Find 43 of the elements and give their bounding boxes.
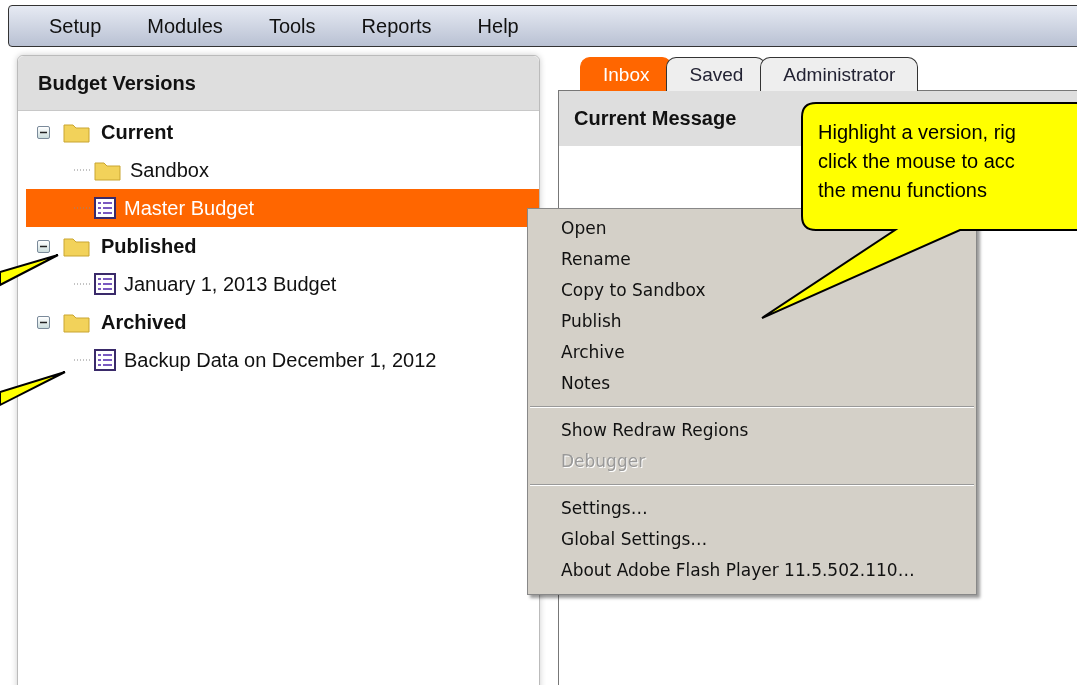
tree-item-label: Sandbox [130,158,209,182]
tree-connector-line [74,358,90,362]
tree-item-label: Master Budget [124,196,255,220]
menu-item[interactable]: Help [477,14,542,38]
tree-item-label: Archived [101,310,187,334]
tree-item-label: Published [101,234,197,258]
tree-item-label: January 1, 2013 Budget [124,272,337,296]
callout-tail [0,371,66,407]
menu-item[interactable]: Open [561,213,607,244]
list-document-icon [94,349,116,371]
menu-item[interactable]: Rename [561,244,631,275]
menu-item[interactable]: Archive [561,337,625,368]
menu-item[interactable]: Setup [49,14,125,38]
tree-item[interactable]: Archived [18,303,539,341]
tree-connector-line [74,282,90,286]
tree-item[interactable]: Backup Data on December 1, 2012 [18,341,539,379]
menu-item[interactable]: Tools [268,14,339,38]
menu-item[interactable]: Show Redraw Regions [561,415,749,446]
collapse-toggle-icon[interactable] [37,125,50,139]
menu-item[interactable]: About Adobe Flash Player 11.5.502.110… [561,555,915,586]
list-document-icon [94,273,116,295]
tree-item[interactable]: Published [18,227,539,265]
panel-title: Current Message [574,107,737,130]
menu-item[interactable]: Settings… [561,493,648,524]
callout-tail [0,254,59,287]
collapse-toggle-icon[interactable] [37,315,50,329]
menu-item[interactable]: Publish [561,306,622,337]
menu-item[interactable]: Copy to Sandbox [561,275,706,306]
menu-item[interactable]: Notes [561,368,611,399]
tree-connector-line [74,168,90,172]
tree-item-label: Current [101,120,174,144]
panel-title: Budget Versions [38,71,196,95]
menu-item[interactable]: Reports [361,14,455,38]
tab[interactable]: Administrator [760,57,919,91]
callout-text: Highlight a version, rig click the mouse to acc the menu functions [818,120,1016,203]
menu-item[interactable]: Modules [147,14,246,38]
tree-item[interactable]: Current [18,113,539,151]
tree-item[interactable]: Sandbox [18,151,539,189]
tree-item-label: Backup Data on December 1, 2012 [124,348,437,372]
list-document-icon [94,197,116,219]
menu-item[interactable]: Global Settings… [561,524,708,555]
tree-connector-line [74,206,90,210]
collapse-toggle-icon[interactable] [37,239,50,253]
